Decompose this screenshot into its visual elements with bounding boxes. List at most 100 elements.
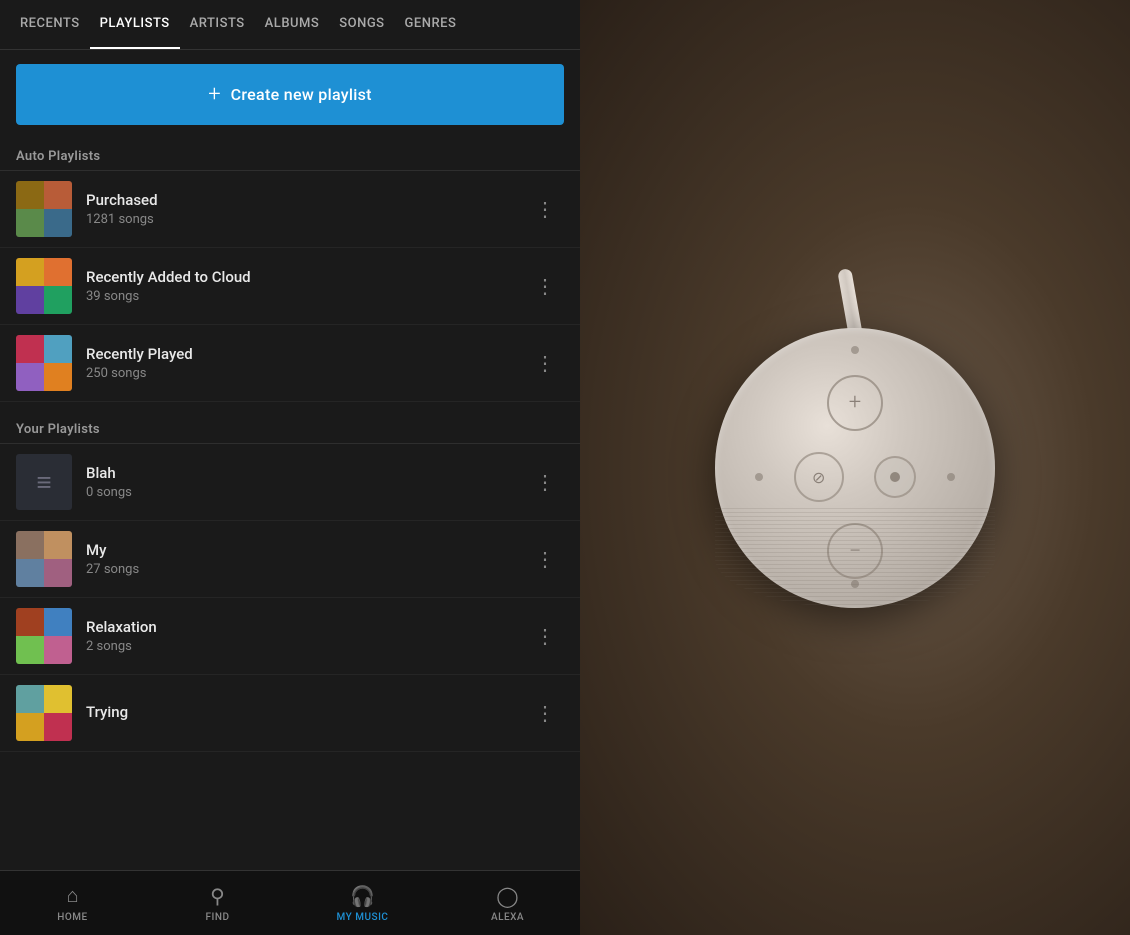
playlist-item-trying[interactable]: Trying ⋮ xyxy=(0,675,580,752)
speaker-middle-row: ⊘ xyxy=(755,452,955,502)
thumb-cell xyxy=(44,559,72,587)
playlist-info-relaxation: Relaxation 2 songs xyxy=(86,618,527,654)
playlist-count-relaxation: 2 songs xyxy=(86,639,527,654)
thumb-cell xyxy=(16,608,44,636)
nav-item-recents[interactable]: RECENTS xyxy=(10,0,90,49)
top-nav: RECENTS PLAYLISTS ARTISTS ALBUMS SONGS G… xyxy=(0,0,580,50)
left-panel: RECENTS PLAYLISTS ARTISTS ALBUMS SONGS G… xyxy=(0,0,580,935)
playlist-item-relaxation[interactable]: Relaxation 2 songs ⋮ xyxy=(0,598,580,675)
alexa-label: ALEXA xyxy=(491,912,524,923)
bottom-nav-alexa[interactable]: ◯ ALEXA xyxy=(435,871,580,935)
bottom-nav-find[interactable]: ⚲ FIND xyxy=(145,871,290,935)
more-options-blah[interactable]: ⋮ xyxy=(527,466,564,498)
bottom-nav-my-music[interactable]: 🎧 MY MUSIC xyxy=(290,871,435,935)
content-area: + Create new playlist Auto Playlists Pur… xyxy=(0,50,580,870)
more-options-recently-added[interactable]: ⋮ xyxy=(527,270,564,302)
nav-item-playlists[interactable]: PLAYLISTS xyxy=(90,0,180,49)
thumb-cell xyxy=(44,685,72,713)
playlist-item-purchased[interactable]: Purchased 1281 songs ⋮ xyxy=(0,171,580,248)
thumb-cell xyxy=(16,636,44,664)
more-options-trying[interactable]: ⋮ xyxy=(527,697,564,729)
more-options-recently-played[interactable]: ⋮ xyxy=(527,347,564,379)
playlist-thumb-recently-played xyxy=(16,335,72,391)
action-button[interactable] xyxy=(874,456,916,498)
thumb-cell xyxy=(44,636,72,664)
playlist-name-recently-played: Recently Played xyxy=(86,345,527,363)
nav-item-albums[interactable]: ALBUMS xyxy=(255,0,330,49)
create-playlist-button[interactable]: + Create new playlist xyxy=(16,64,564,125)
playlist-name-purchased: Purchased xyxy=(86,191,527,209)
playlist-name-my: My xyxy=(86,541,527,559)
thumb-cell xyxy=(16,685,44,713)
playlist-thumb-my xyxy=(16,531,72,587)
playlist-info-trying: Trying xyxy=(86,703,527,724)
plus-icon: + xyxy=(849,390,861,415)
thumb-cell xyxy=(44,713,72,741)
more-options-relaxation[interactable]: ⋮ xyxy=(527,620,564,652)
thumb-cell xyxy=(44,363,72,391)
echo-dot-speaker: + ⊘ − xyxy=(715,328,995,608)
thumb-cell xyxy=(44,608,72,636)
playlist-info-recently-added: Recently Added to Cloud 39 songs xyxy=(86,268,527,304)
playlist-name-relaxation: Relaxation xyxy=(86,618,527,636)
thumb-cell xyxy=(16,209,44,237)
speaker-mesh xyxy=(715,508,995,608)
plus-icon: + xyxy=(208,82,220,107)
find-label: FIND xyxy=(206,912,230,923)
action-dot xyxy=(890,472,900,482)
playlist-thumb-purchased xyxy=(16,181,72,237)
speaker-right-dot xyxy=(947,473,955,481)
music-note-icon: ≡ xyxy=(36,467,51,498)
nav-item-artists[interactable]: ARTISTS xyxy=(180,0,255,49)
thumb-cell xyxy=(44,258,72,286)
playlist-item-my[interactable]: My 27 songs ⋮ xyxy=(0,521,580,598)
create-playlist-label: Create new playlist xyxy=(231,85,372,104)
bottom-nav: ⌂ HOME ⚲ FIND 🎧 MY MUSIC ◯ ALEXA xyxy=(0,870,580,935)
speaker-background: + ⊘ − xyxy=(580,0,1130,935)
speaker-container: + ⊘ − xyxy=(715,328,995,608)
playlist-name-recently-added: Recently Added to Cloud xyxy=(86,268,527,286)
right-panel: + ⊘ − xyxy=(580,0,1130,935)
playlist-thumb-relaxation xyxy=(16,608,72,664)
mute-icon: ⊘ xyxy=(812,468,825,487)
alexa-icon: ◯ xyxy=(496,884,518,908)
thumb-cell xyxy=(44,181,72,209)
playlist-name-trying: Trying xyxy=(86,703,527,721)
thumb-cell xyxy=(16,713,44,741)
nav-item-songs[interactable]: SONGS xyxy=(329,0,394,49)
playlist-item-recently-added[interactable]: Recently Added to Cloud 39 songs ⋮ xyxy=(0,248,580,325)
thumb-cell xyxy=(16,363,44,391)
playlist-count-recently-added: 39 songs xyxy=(86,289,527,304)
find-icon: ⚲ xyxy=(210,884,225,908)
bottom-nav-home[interactable]: ⌂ HOME xyxy=(0,871,145,935)
your-playlists-header: Your Playlists xyxy=(0,412,580,443)
thumb-cell xyxy=(16,181,44,209)
playlist-name-blah: Blah xyxy=(86,464,527,482)
more-options-purchased[interactable]: ⋮ xyxy=(527,193,564,225)
thumb-cell xyxy=(44,531,72,559)
volume-up-button[interactable]: + xyxy=(827,375,883,431)
more-options-my[interactable]: ⋮ xyxy=(527,543,564,575)
playlist-item-recently-played[interactable]: Recently Played 250 songs ⋮ xyxy=(0,325,580,402)
playlist-info-my: My 27 songs xyxy=(86,541,527,577)
thumb-cell xyxy=(16,559,44,587)
thumb-cell xyxy=(44,209,72,237)
nav-item-genres[interactable]: GENRES xyxy=(395,0,467,49)
playlist-thumb-blah: ≡ xyxy=(16,454,72,510)
home-icon: ⌂ xyxy=(66,883,78,908)
home-label: HOME xyxy=(57,912,87,923)
speaker-left-dot xyxy=(755,473,763,481)
thumb-cell xyxy=(16,258,44,286)
my-music-label: MY MUSIC xyxy=(337,912,389,923)
thumb-cell xyxy=(16,335,44,363)
thumb-cell xyxy=(44,286,72,314)
thumb-cell xyxy=(44,335,72,363)
mute-button[interactable]: ⊘ xyxy=(794,452,844,502)
thumb-cell xyxy=(16,531,44,559)
playlist-item-blah[interactable]: ≡ Blah 0 songs ⋮ xyxy=(0,444,580,521)
playlist-info-recently-played: Recently Played 250 songs xyxy=(86,345,527,381)
playlist-info-purchased: Purchased 1281 songs xyxy=(86,191,527,227)
playlist-count-blah: 0 songs xyxy=(86,485,527,500)
playlist-thumb-recently-added xyxy=(16,258,72,314)
playlist-info-blah: Blah 0 songs xyxy=(86,464,527,500)
